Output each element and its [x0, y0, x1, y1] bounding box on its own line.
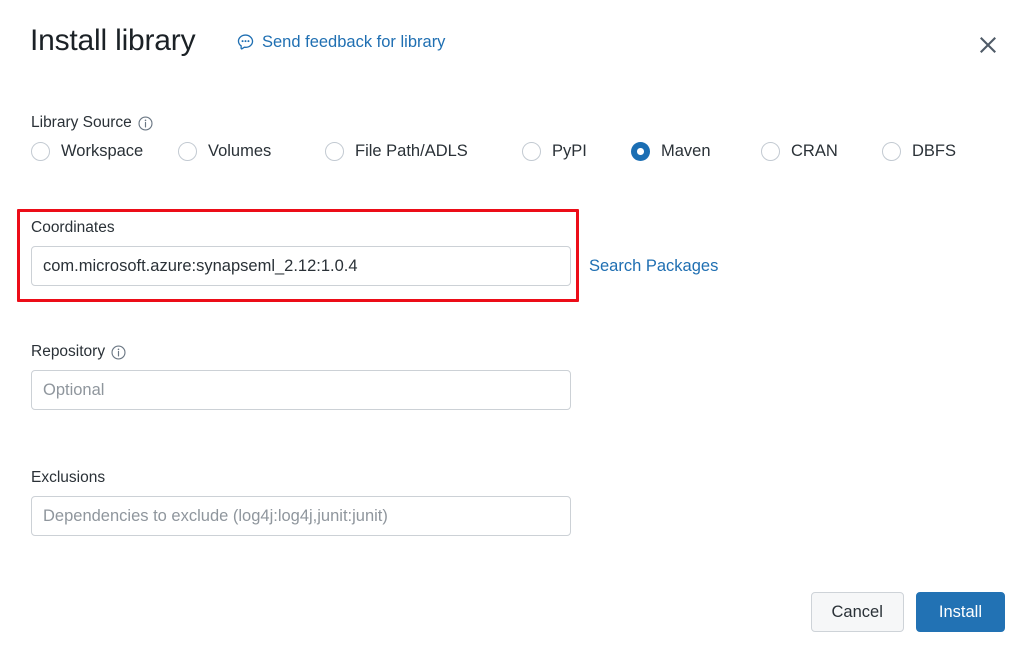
- radio-option-volumes[interactable]: Volumes: [178, 142, 325, 161]
- radio-label: PyPI: [552, 142, 587, 160]
- radio-option-pypi[interactable]: PyPI: [522, 142, 631, 161]
- repository-input[interactable]: [31, 370, 571, 410]
- exclusions-field-group: Exclusions: [31, 469, 571, 536]
- repository-label-row: Repository: [31, 343, 571, 361]
- radio-label: File Path/ADLS: [355, 142, 468, 160]
- radio-label: Volumes: [208, 142, 272, 160]
- close-dialog-button[interactable]: [971, 28, 1005, 62]
- cancel-button[interactable]: Cancel: [810, 592, 904, 632]
- repository-field-group: Repository: [31, 343, 571, 410]
- radio-dot: [325, 142, 344, 161]
- coordinates-input[interactable]: [31, 246, 571, 286]
- coordinates-label: Coordinates: [31, 219, 115, 236]
- comment-bubble-icon: [236, 33, 255, 52]
- dialog-footer: Cancel Install: [810, 592, 1005, 632]
- radio-dot: [178, 142, 197, 161]
- library-source-label: Library Source: [31, 114, 132, 131]
- radio-dot: [882, 142, 901, 161]
- radio-dot: [761, 142, 780, 161]
- info-icon[interactable]: [111, 344, 126, 360]
- radio-dot: [522, 142, 541, 161]
- dialog-header: Install library Send feedback for librar…: [0, 0, 1027, 92]
- radio-option-maven[interactable]: Maven: [631, 142, 761, 161]
- radio-label: Workspace: [61, 142, 144, 160]
- exclusions-label-row: Exclusions: [31, 469, 571, 487]
- radio-dot: [31, 142, 50, 161]
- radio-label: Maven: [661, 142, 711, 160]
- info-icon[interactable]: [138, 115, 153, 131]
- close-icon: [977, 34, 999, 56]
- exclusions-label: Exclusions: [31, 469, 106, 486]
- radio-dot-selected: [631, 142, 650, 161]
- send-feedback-label: Send feedback for library: [262, 33, 446, 51]
- library-source-label-row: Library Source: [31, 114, 153, 132]
- radio-option-file-path-adls[interactable]: File Path/ADLS: [325, 142, 522, 161]
- coordinates-label-row: Coordinates: [31, 219, 571, 237]
- radio-label: CRAN: [791, 142, 838, 160]
- radio-label: DBFS: [912, 142, 957, 160]
- radio-option-cran[interactable]: CRAN: [761, 142, 882, 161]
- install-button[interactable]: Install: [915, 592, 1005, 632]
- send-feedback-link[interactable]: Send feedback for library: [236, 33, 445, 52]
- coordinates-field-group: Coordinates: [31, 219, 571, 286]
- radio-option-workspace[interactable]: Workspace: [31, 142, 178, 161]
- library-source-radio-group[interactable]: Workspace Volumes File Path/ADLS PyPI Ma…: [31, 142, 1001, 161]
- radio-option-dbfs[interactable]: DBFS: [882, 142, 956, 161]
- search-packages-link[interactable]: Search Packages: [589, 257, 718, 276]
- page-title: Install library: [30, 24, 196, 57]
- repository-label: Repository: [31, 343, 106, 360]
- exclusions-input[interactable]: [31, 496, 571, 536]
